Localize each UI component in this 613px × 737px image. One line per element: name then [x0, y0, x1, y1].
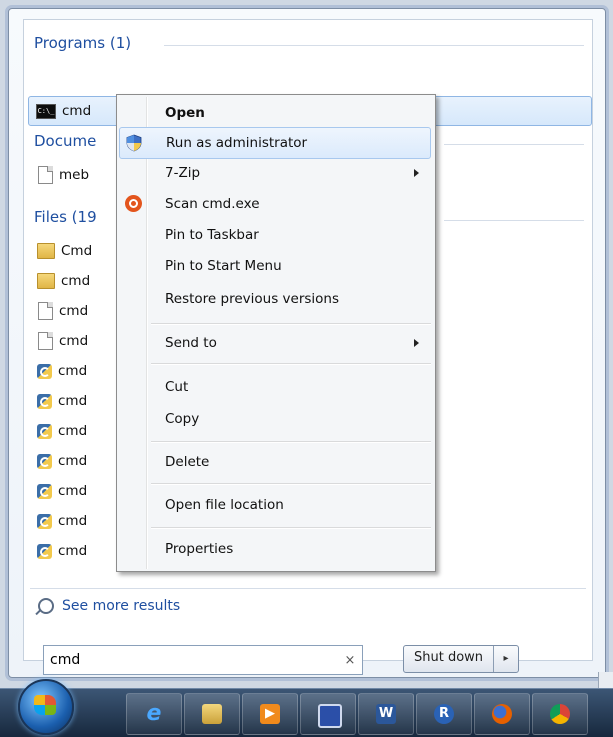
menu-item-label: Copy: [165, 411, 200, 427]
menu-item-label: Open file location: [165, 497, 284, 513]
result-label: cmd: [58, 543, 88, 559]
result-label: cmd: [58, 393, 88, 409]
start-search-box[interactable]: ×: [43, 645, 363, 675]
menu-item-open-file-location[interactable]: Open file location: [119, 490, 431, 520]
shutdown-options-arrow-icon[interactable]: ▸: [494, 646, 518, 672]
result-label: Cmd: [61, 243, 93, 259]
result-label: cmd: [58, 483, 88, 499]
file-explorer-icon: [202, 704, 222, 724]
menu-item-cut[interactable]: Cut: [119, 372, 431, 402]
menu-item-restore-previous-versions[interactable]: Restore previous versions: [119, 284, 431, 314]
see-more-label: See more results: [62, 598, 181, 614]
menu-item-pin-to-start-menu[interactable]: Pin to Start Menu: [119, 251, 431, 281]
taskbar-button-file-explorer[interactable]: [184, 693, 240, 735]
section-header-documents: Docume: [34, 132, 97, 150]
word-icon: W: [376, 704, 396, 724]
submenu-arrow-icon: [414, 169, 419, 177]
python-file-icon: [37, 423, 52, 439]
section-divider: [164, 45, 584, 46]
shutdown-control: Shut down ▸: [403, 645, 520, 673]
menu-separator: [151, 483, 431, 485]
taskbar-button-word[interactable]: W: [358, 693, 414, 735]
menu-item-properties[interactable]: Properties: [119, 534, 431, 564]
result-label: cmd: [58, 513, 88, 529]
media-player-icon: ▶: [260, 704, 280, 724]
menu-item-label: Scan cmd.exe: [165, 196, 260, 212]
clear-search-icon[interactable]: ×: [338, 653, 362, 668]
document-icon: [38, 302, 53, 320]
menu-item-label: Restore previous versions: [165, 291, 340, 307]
menu-item-label: Open: [165, 105, 205, 121]
menu-separator: [151, 363, 431, 365]
folder-icon: [37, 243, 55, 259]
menu-item-open[interactable]: Open: [119, 98, 431, 128]
python-file-icon: [37, 513, 52, 529]
section-header-programs: Programs (1): [34, 34, 132, 52]
python-file-icon: [37, 363, 52, 379]
chrome-icon: [550, 704, 570, 724]
search-icon: [38, 598, 54, 614]
taskbar-button-media-player[interactable]: ▶: [242, 693, 298, 735]
taskbar-button-chrome[interactable]: [532, 693, 588, 735]
document-icon: [38, 166, 53, 184]
taskbar-button-firefox[interactable]: [474, 693, 530, 735]
python-file-icon: [37, 543, 52, 559]
menu-item-copy[interactable]: Copy: [119, 404, 431, 434]
result-label: cmd: [58, 453, 88, 469]
menu-separator: [151, 527, 431, 529]
start-button-icon[interactable]: [18, 679, 74, 735]
taskbar-button-r[interactable]: R: [416, 693, 472, 735]
save-disk-icon: [318, 704, 342, 728]
menu-item-7zip[interactable]: 7-Zip: [119, 158, 431, 188]
menu-item-label: Pin to Start Menu: [165, 258, 282, 274]
menu-item-label: Send to: [165, 335, 217, 351]
internet-explorer-icon: e: [146, 701, 162, 726]
menu-item-pin-to-taskbar[interactable]: Pin to Taskbar: [119, 220, 431, 250]
menu-item-run-as-administrator[interactable]: Run as administrator: [119, 127, 431, 159]
r-app-icon: R: [434, 704, 454, 724]
menu-item-label: Delete: [165, 454, 210, 470]
shutdown-button[interactable]: Shut down: [404, 646, 495, 672]
menu-separator: [151, 323, 431, 325]
section-divider: [444, 144, 584, 145]
document-icon: [38, 332, 53, 350]
uac-shield-icon: [126, 134, 142, 152]
result-label: cmd: [58, 423, 88, 439]
result-label: cmd: [59, 333, 89, 349]
menu-item-label: 7-Zip: [165, 165, 201, 181]
result-label: cmd: [62, 103, 92, 119]
taskbar-button-save[interactable]: [300, 693, 356, 735]
context-menu: Open Run as administrator 7-Zip Scan cmd…: [116, 94, 436, 572]
scan-icon: [125, 195, 142, 212]
submenu-arrow-icon: [414, 339, 419, 347]
see-more-results-link[interactable]: See more results: [38, 598, 180, 614]
section-divider: [444, 220, 584, 221]
menu-item-scan[interactable]: Scan cmd.exe: [119, 189, 431, 219]
menu-item-label: Cut: [165, 379, 189, 395]
python-file-icon: [37, 483, 52, 499]
menu-item-send-to[interactable]: Send to: [119, 328, 431, 358]
folder-icon: [37, 273, 55, 289]
python-file-icon: [37, 453, 52, 469]
cmd-icon: C:\_: [36, 103, 56, 119]
result-label: cmd: [59, 303, 89, 319]
section-divider: [30, 588, 586, 589]
taskbar: e ▶ W R: [0, 679, 613, 737]
firefox-icon: [492, 704, 512, 724]
result-label: meb: [59, 167, 90, 183]
section-header-files: Files (19: [34, 208, 97, 226]
menu-separator: [151, 441, 431, 443]
taskbar-button-internet-explorer[interactable]: e: [126, 693, 182, 735]
python-file-icon: [37, 393, 52, 409]
desktop-edge: [598, 672, 613, 688]
result-label: cmd: [61, 273, 91, 289]
result-label: cmd: [58, 363, 88, 379]
menu-item-label: Run as administrator: [166, 135, 308, 151]
search-input[interactable]: [44, 651, 338, 669]
menu-item-delete[interactable]: Delete: [119, 447, 431, 477]
menu-item-label: Properties: [165, 541, 234, 557]
menu-item-label: Pin to Taskbar: [165, 227, 259, 243]
